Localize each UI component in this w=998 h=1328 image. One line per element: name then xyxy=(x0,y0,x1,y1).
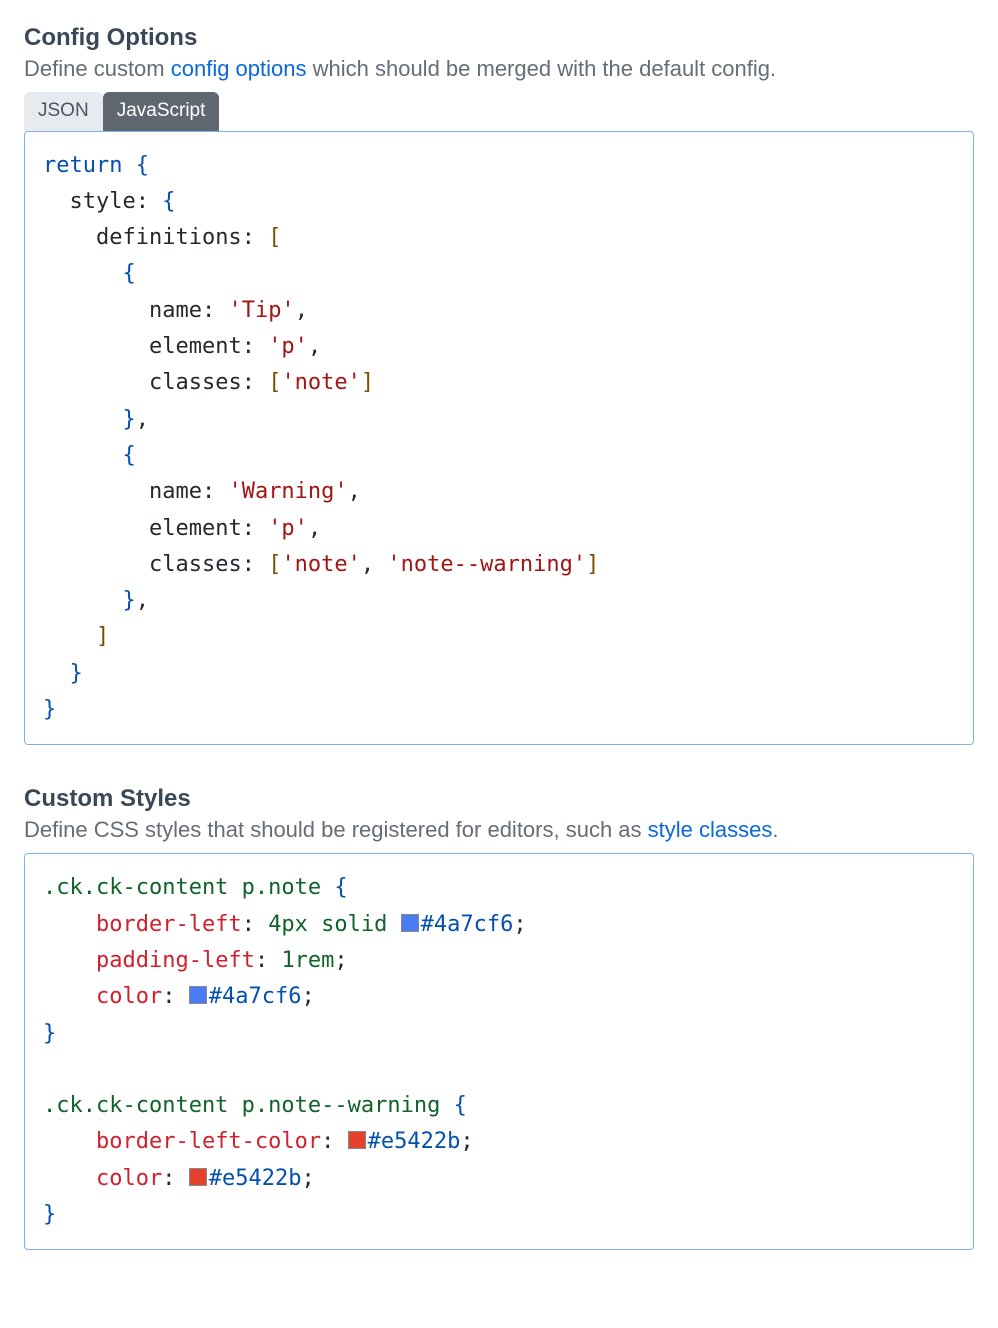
custom-styles-section: Custom Styles Define CSS styles that sho… xyxy=(24,785,974,1250)
color-swatch-blue xyxy=(189,986,207,1004)
color-swatch-red xyxy=(348,1131,366,1149)
color-swatch-blue xyxy=(401,914,419,932)
custom-styles-heading: Custom Styles xyxy=(24,785,974,813)
config-code-block: return { style: { definitions: [ { name:… xyxy=(24,131,974,746)
config-options-heading: Config Options xyxy=(24,24,974,52)
code-tabs: JSON JavaScript xyxy=(24,92,974,131)
tab-json[interactable]: JSON xyxy=(24,92,103,131)
config-options-link[interactable]: config options xyxy=(171,56,307,81)
config-options-section: Config Options Define custom config opti… xyxy=(24,24,974,745)
custom-styles-desc: Define CSS styles that should be registe… xyxy=(24,817,974,843)
color-swatch-red xyxy=(189,1168,207,1186)
css-code-block: .ck.ck-content p.note { border-left: 4px… xyxy=(24,853,974,1250)
style-classes-link[interactable]: style classes xyxy=(648,817,773,842)
config-options-desc: Define custom config options which shoul… xyxy=(24,56,974,82)
tab-javascript[interactable]: JavaScript xyxy=(103,92,220,131)
